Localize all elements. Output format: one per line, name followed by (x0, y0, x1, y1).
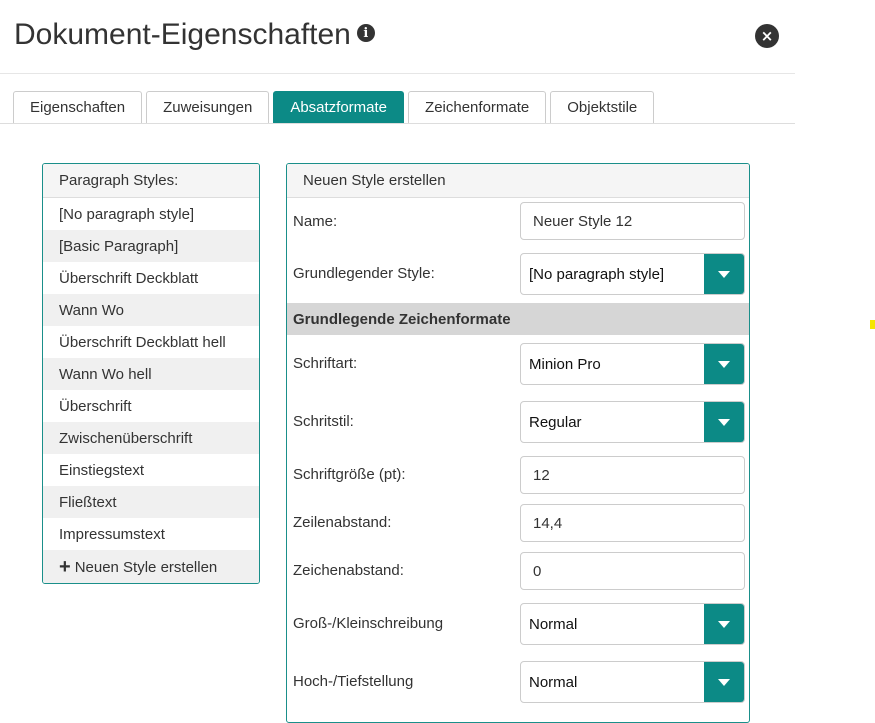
style-item[interactable]: Impressumstext (43, 518, 259, 550)
chevron-down-icon (718, 360, 730, 368)
dropdown-button[interactable] (704, 604, 744, 644)
style-item[interactable]: Wann Wo hell (43, 358, 259, 390)
font-label: Schriftart: (293, 355, 358, 372)
paragraph-styles-panel: Paragraph Styles: [No paragraph style] [… (42, 163, 260, 584)
style-item[interactable]: Wann Wo (43, 294, 259, 326)
leading-input[interactable]: 14,4 (520, 504, 745, 542)
tab-absatzformate[interactable]: Absatzformate (273, 91, 405, 123)
dropdown-button[interactable] (704, 254, 744, 294)
font-value: Minion Pro (529, 355, 601, 373)
dropdown-button[interactable] (704, 402, 744, 442)
yellow-marker (870, 320, 875, 329)
base-style-label: Grundlegender Style: (293, 265, 435, 282)
name-label: Name: (293, 213, 338, 230)
close-icon[interactable]: × (755, 24, 779, 48)
header-divider (0, 73, 795, 74)
section-title: Grundlegende Zeichenformate (287, 303, 749, 335)
chevron-down-icon (718, 270, 730, 278)
font-select[interactable]: Minion Pro (520, 343, 745, 385)
tab-eigenschaften[interactable]: Eigenschaften (13, 91, 143, 123)
style-item[interactable]: [Basic Paragraph] (43, 230, 259, 262)
new-style-label: Neuen Style erstellen (74, 558, 218, 576)
plus-icon: + (59, 556, 71, 578)
position-label: Hoch-/Tiefstellung (293, 673, 414, 690)
font-style-value: Regular (529, 413, 582, 431)
position-select[interactable]: Normal (520, 661, 745, 703)
style-item[interactable]: Überschrift Deckblatt hell (43, 326, 259, 358)
tracking-input[interactable]: 0 (520, 552, 745, 590)
font-style-label: Schritstil: (293, 413, 354, 430)
case-value: Normal (529, 615, 578, 633)
case-select[interactable]: Normal (520, 603, 745, 645)
name-input[interactable]: Neuer Style 12 (520, 202, 745, 240)
dialog-title-text: Dokument-Eigenschaften (14, 18, 351, 51)
style-item[interactable]: Einstiegstext (43, 454, 259, 486)
style-item[interactable]: Zwischenüberschrift (43, 422, 259, 454)
tab-content-border (0, 123, 795, 124)
tab-zuweisungen[interactable]: Zuweisungen (146, 91, 270, 123)
chevron-down-icon (718, 678, 730, 686)
chevron-down-icon (718, 620, 730, 628)
base-style-value: [No paragraph style] (529, 265, 665, 283)
font-size-input[interactable]: 12 (520, 456, 745, 494)
case-label: Groß-/Kleinschreibung (293, 615, 444, 632)
base-style-select[interactable]: [No paragraph style] (520, 253, 745, 295)
tracking-label: Zeichenabstand: (293, 562, 404, 579)
position-value: Normal (529, 673, 578, 691)
chevron-down-icon (718, 418, 730, 426)
style-item[interactable]: Überschrift Deckblatt (43, 262, 259, 294)
tab-bar: Eigenschaften Zuweisungen Absatzformate … (13, 91, 658, 123)
leading-label: Zeilenabstand: (293, 514, 392, 531)
tab-objektstile[interactable]: Objektstile (550, 91, 655, 123)
new-style-form: Neuen Style erstellen Name: Neuer Style … (286, 163, 750, 723)
paragraph-styles-header: Paragraph Styles: (43, 164, 259, 198)
font-style-select[interactable]: Regular (520, 401, 745, 443)
info-icon[interactable]: i (356, 24, 375, 42)
new-style-button[interactable]: + Neuen Style erstellen (43, 550, 259, 583)
tab-zeichenformate[interactable]: Zeichenformate (408, 91, 547, 123)
dialog-title: Dokument-Eigenschaften i (14, 18, 375, 52)
style-item[interactable]: Fließtext (43, 486, 259, 518)
dropdown-button[interactable] (704, 344, 744, 384)
style-item[interactable]: Überschrift (43, 390, 259, 422)
new-style-form-header: Neuen Style erstellen (287, 164, 749, 198)
dropdown-button[interactable] (704, 662, 744, 702)
style-item[interactable]: [No paragraph style] (43, 198, 259, 230)
font-size-label: Schriftgröße (pt): (293, 466, 406, 483)
